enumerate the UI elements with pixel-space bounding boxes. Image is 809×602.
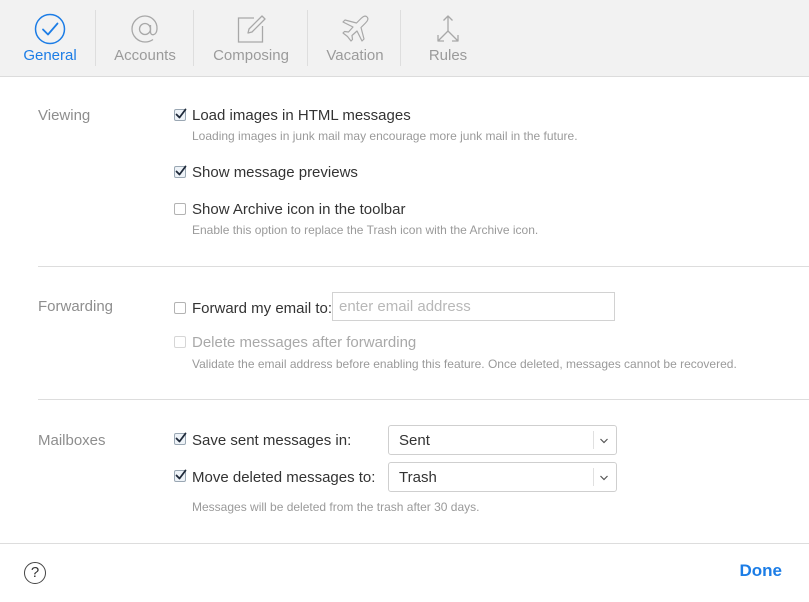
- section-label-mailboxes: Mailboxes: [38, 432, 106, 449]
- footer-divider: [0, 543, 809, 544]
- show-archive-checkbox[interactable]: [174, 203, 186, 215]
- airplane-icon: [342, 15, 369, 42]
- tab-label: Composing: [213, 47, 289, 64]
- select-divider: [593, 468, 594, 486]
- show-previews-label[interactable]: Show message previews: [192, 164, 358, 181]
- section-divider: [38, 399, 809, 400]
- tab-divider: [95, 10, 96, 66]
- delete-after-forwarding-label[interactable]: Delete messages after forwarding: [192, 334, 416, 351]
- done-button[interactable]: Done: [740, 561, 783, 581]
- checkmark-icon: [175, 108, 187, 119]
- forward-email-label[interactable]: Forward my email to:: [192, 300, 332, 317]
- show-previews-checkbox[interactable]: [174, 165, 187, 178]
- checkmark-icon: [175, 469, 187, 480]
- tab-divider: [307, 10, 308, 66]
- compose-icon: [237, 15, 266, 43]
- preferences-toolbar: General Accounts Composing Vacation Rule…: [0, 0, 809, 77]
- tab-accounts[interactable]: Accounts: [106, 0, 184, 76]
- delete-after-forwarding-hint: Validate the email address before enabli…: [192, 357, 737, 371]
- section-label-viewing: Viewing: [38, 107, 91, 124]
- save-sent-checkbox[interactable]: [174, 432, 187, 445]
- checkmark-icon: [175, 165, 187, 176]
- tab-composing[interactable]: Composing: [204, 0, 298, 76]
- show-archive-label[interactable]: Show Archive icon in the toolbar: [192, 201, 405, 218]
- arrows-icon: [437, 15, 459, 42]
- tab-label: Vacation: [326, 47, 384, 64]
- forward-email-checkbox[interactable]: [174, 302, 186, 314]
- load-images-hint: Loading images in junk mail may encourag…: [192, 129, 578, 143]
- forward-email-input[interactable]: [332, 292, 615, 321]
- tab-label: General: [23, 47, 77, 64]
- show-archive-hint: Enable this option to replace the Trash …: [192, 223, 539, 237]
- select-divider: [593, 431, 594, 449]
- trash-retention-hint: Messages will be deleted from the trash …: [192, 500, 480, 514]
- save-sent-label[interactable]: Save sent messages in:: [192, 432, 351, 449]
- section-label-forwarding: Forwarding: [38, 298, 114, 315]
- delete-after-forwarding-checkbox[interactable]: [174, 336, 186, 348]
- checkmark-icon: [175, 432, 187, 443]
- select-value: Trash: [399, 469, 437, 486]
- tab-divider: [193, 10, 194, 66]
- sent-mailbox-select[interactable]: Sent: [388, 425, 617, 455]
- load-images-label[interactable]: Load images in HTML messages: [192, 107, 411, 124]
- chevron-down-icon: [600, 475, 608, 481]
- tab-general[interactable]: General: [18, 0, 82, 76]
- tab-label: Accounts: [114, 47, 176, 64]
- move-deleted-checkbox[interactable]: [174, 469, 187, 482]
- tab-label: Rules: [428, 47, 468, 64]
- load-images-checkbox[interactable]: [174, 108, 187, 121]
- deleted-mailbox-select[interactable]: Trash: [388, 462, 617, 492]
- chevron-down-icon: [600, 438, 608, 444]
- move-deleted-label[interactable]: Move deleted messages to:: [192, 469, 375, 486]
- select-value: Sent: [399, 432, 430, 449]
- tab-vacation[interactable]: Vacation: [318, 0, 392, 76]
- tab-divider: [400, 10, 401, 66]
- tab-rules[interactable]: Rules: [418, 0, 478, 76]
- section-divider: [38, 266, 809, 267]
- at-sign-icon: [131, 15, 158, 43]
- checkmark-circle-icon: [34, 13, 66, 45]
- help-button[interactable]: ?: [24, 562, 46, 584]
